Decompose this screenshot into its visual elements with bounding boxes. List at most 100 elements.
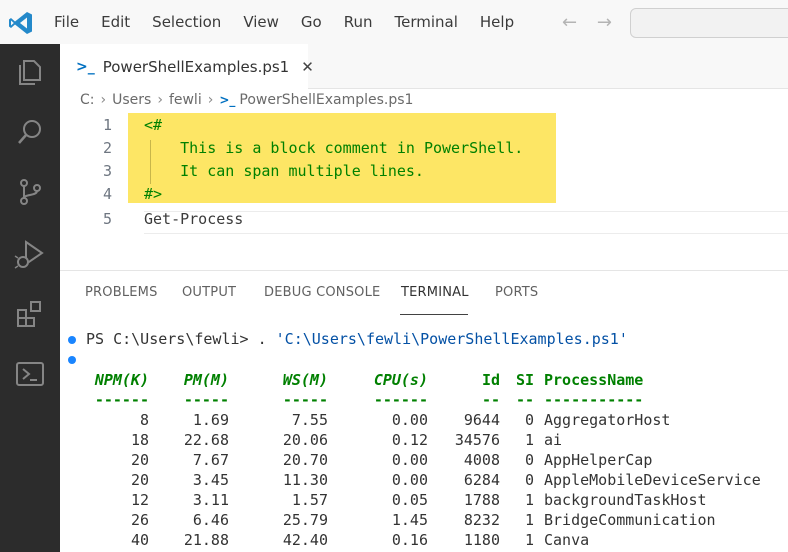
forward-arrow-icon[interactable]: →	[597, 12, 612, 33]
menu-selection[interactable]: Selection	[152, 13, 221, 31]
tab-terminal[interactable]: TERMINAL	[401, 285, 469, 300]
code-line[interactable]: 2 This is a block comment in PowerShell.	[60, 139, 788, 162]
source-control-icon[interactable]	[14, 176, 46, 208]
table-cell: 20.70	[282, 451, 328, 469]
table-cell: 0	[524, 471, 534, 489]
table-cell: 0	[524, 451, 534, 469]
table-cell: 1	[524, 431, 534, 449]
code-text: <#	[144, 116, 163, 134]
search-icon[interactable]	[14, 116, 46, 148]
powershell-file-icon: >_	[219, 93, 236, 107]
menu-edit[interactable]: Edit	[101, 13, 130, 31]
code-text: #>	[144, 185, 163, 203]
table-cell: Canva	[544, 531, 590, 549]
table-cell: 1	[524, 531, 534, 549]
code-text: Get-Process	[144, 210, 244, 228]
column-underline: ------	[373, 391, 428, 409]
command-center-search[interactable]	[630, 8, 788, 38]
terminal-prompt: PS C:\Users\fewli> . 'C:\Users\fewli\Pow…	[86, 330, 628, 348]
table-cell: 0	[524, 411, 534, 429]
table-cell: 0.16	[391, 531, 428, 549]
column-underline: --	[481, 391, 500, 409]
panel-tab-bar: PROBLEMS OUTPUT DEBUG CONSOLE TERMINAL P…	[60, 270, 788, 317]
powershell-file-icon: >_	[76, 58, 95, 75]
column-underline: -----	[282, 391, 328, 409]
menu-file[interactable]: File	[54, 13, 79, 31]
menu-help[interactable]: Help	[480, 13, 514, 31]
menu-terminal[interactable]: Terminal	[395, 13, 458, 31]
table-cell: 8	[139, 411, 149, 429]
column-header: SI	[515, 371, 534, 389]
table-cell: 1	[524, 491, 534, 509]
title-bar: File Edit Selection View Go Run Terminal…	[0, 0, 788, 44]
table-cell: backgroundTaskHost	[544, 491, 707, 509]
table-cell: 22.68	[183, 431, 229, 449]
command-decoration-icon[interactable]	[68, 336, 76, 344]
tab-debug-console[interactable]: DEBUG CONSOLE	[264, 285, 380, 300]
table-cell: 1.45	[391, 511, 428, 529]
column-header: CPU(s)	[373, 371, 428, 389]
run-debug-icon[interactable]	[14, 238, 46, 270]
prompt-text: PS C:\Users\fewli> .	[86, 330, 276, 348]
column-header: WS(M)	[282, 371, 328, 389]
column-underline: --	[515, 391, 534, 409]
column-underline: ------	[94, 391, 149, 409]
table-cell: 40	[130, 531, 149, 549]
table-cell: 0.05	[391, 491, 428, 509]
code-line[interactable]: 4 #>	[60, 185, 788, 208]
breadcrumb-file[interactable]: PowerShellExamples.ps1	[239, 92, 413, 108]
column-header: PM(M)	[183, 371, 229, 389]
table-cell: 18	[130, 431, 149, 449]
command-path: 'C:\Users\fewli\PowerShellExamples.ps1'	[275, 330, 628, 348]
table-cell: 0.00	[391, 451, 428, 469]
terminal-output[interactable]: PS C:\Users\fewli> . 'C:\Users\fewli\Pow…	[60, 318, 788, 552]
table-cell: 3.11	[192, 491, 229, 509]
extensions-icon[interactable]	[14, 298, 46, 330]
line-number: 3	[102, 162, 112, 180]
column-underline: -----------	[544, 391, 644, 409]
vscode-logo-icon	[9, 12, 32, 34]
tab-output[interactable]: OUTPUT	[182, 285, 236, 300]
table-cell: 3.45	[192, 471, 229, 489]
menu-view[interactable]: View	[243, 13, 279, 31]
breadcrumb-drive[interactable]: C:	[80, 92, 95, 108]
powershell-icon[interactable]	[14, 358, 46, 390]
tab-ports[interactable]: PORTS	[495, 285, 538, 300]
table-cell: 0.12	[391, 431, 428, 449]
tab-powershellexamples[interactable]: >_ PowerShellExamples.ps1 ✕	[60, 44, 314, 89]
table-cell: AppleMobileDeviceService	[544, 471, 761, 489]
table-cell: 20	[130, 471, 149, 489]
breadcrumb-fewli[interactable]: fewli	[169, 92, 202, 108]
active-tab-indicator	[400, 314, 468, 315]
table-cell: 12	[130, 491, 149, 509]
table-cell: 4008	[463, 451, 500, 469]
code-line[interactable]: 1 <#	[60, 116, 788, 139]
code-text: It can span multiple lines.	[144, 162, 424, 180]
table-cell: 1	[524, 511, 534, 529]
editor-tab-bar: >_ PowerShellExamples.ps1 ✕	[60, 44, 788, 89]
column-header: ProcessName	[544, 371, 644, 389]
line-number: 4	[102, 185, 112, 203]
close-icon[interactable]: ✕	[301, 58, 314, 76]
table-cell: 8232	[463, 511, 500, 529]
tab-problems[interactable]: PROBLEMS	[85, 285, 158, 300]
breadcrumb-users[interactable]: Users	[112, 92, 151, 108]
code-line[interactable]: 5 Get-Process	[60, 210, 788, 233]
chevron-right-icon: ›	[157, 92, 163, 108]
table-cell: 9644	[463, 411, 500, 429]
column-header: Id	[481, 371, 500, 389]
menu-run[interactable]: Run	[344, 13, 373, 31]
code-line[interactable]: 3 It can span multiple lines.	[60, 162, 788, 185]
table-cell: 0.00	[391, 471, 428, 489]
code-editor[interactable]: 1 <# 2 This is a block comment in PowerS…	[60, 110, 788, 270]
column-header: NPM(K)	[94, 371, 149, 389]
command-decoration-icon[interactable]	[68, 356, 76, 364]
menu-go[interactable]: Go	[301, 13, 322, 31]
nav-arrows: ← →	[562, 12, 626, 33]
table-cell: 7.55	[291, 411, 328, 429]
table-cell: AppHelperCap	[544, 451, 653, 469]
line-number: 2	[102, 139, 112, 157]
chevron-right-icon: ›	[207, 92, 214, 108]
explorer-files-icon[interactable]	[14, 56, 46, 88]
back-arrow-icon[interactable]: ←	[562, 12, 577, 33]
